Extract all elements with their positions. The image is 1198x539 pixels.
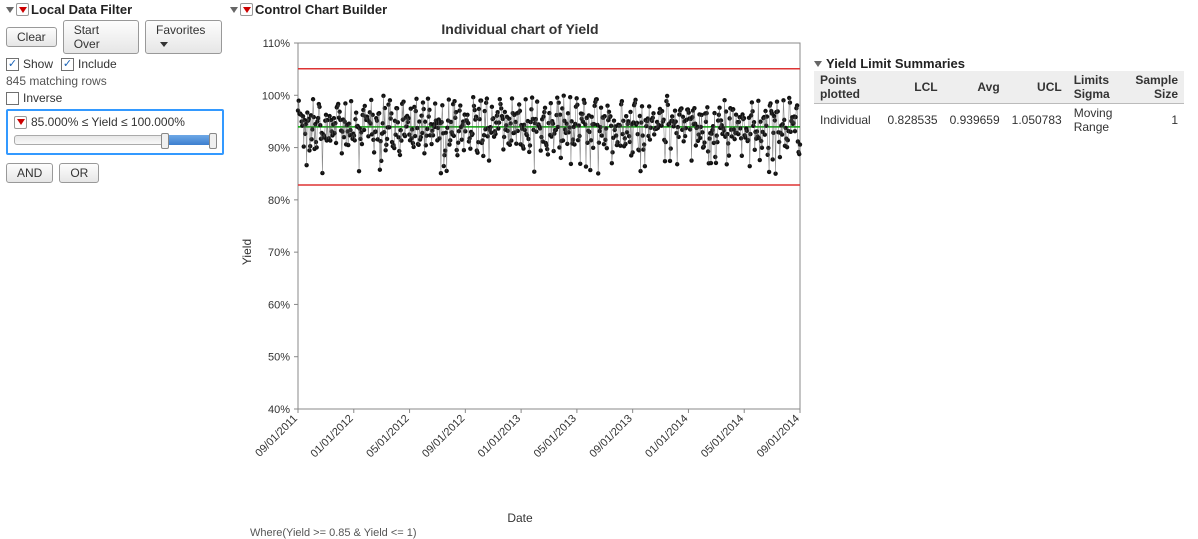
- favorites-dropdown[interactable]: Favorites: [145, 20, 222, 54]
- summaries-title: Yield Limit Summaries: [826, 56, 965, 71]
- filter-title: Local Data Filter: [31, 2, 132, 17]
- clause-menu-icon[interactable]: [14, 116, 27, 129]
- svg-text:09/01/2013: 09/01/2013: [587, 413, 634, 460]
- panel-menu-icon[interactable]: [240, 3, 253, 16]
- svg-text:100%: 100%: [262, 90, 290, 102]
- disclosure-icon[interactable]: [814, 61, 822, 67]
- builder-title: Control Chart Builder: [255, 2, 387, 17]
- slider-handle-low[interactable]: [161, 133, 169, 149]
- and-button[interactable]: AND: [6, 163, 53, 183]
- col-limits: Limits Sigma: [1068, 71, 1125, 104]
- include-checkbox[interactable]: [61, 58, 74, 71]
- svg-text:09/01/2014: 09/01/2014: [755, 413, 802, 460]
- filter-range-text: 85.000% ≤ Yield ≤ 100.000%: [31, 115, 185, 129]
- svg-text:110%: 110%: [263, 38, 291, 50]
- filter-clause[interactable]: 85.000% ≤ Yield ≤ 100.000%: [6, 109, 224, 155]
- chart-title: Individual chart of Yield: [230, 21, 810, 37]
- inverse-label: Inverse: [23, 91, 62, 105]
- show-checkbox[interactable]: [6, 58, 19, 71]
- svg-text:40%: 40%: [268, 404, 290, 416]
- summaries-table: Points plotted LCL Avg UCL Limits Sigma …: [814, 71, 1184, 136]
- panel-menu-icon[interactable]: [16, 3, 29, 16]
- inverse-checkbox[interactable]: [6, 92, 19, 105]
- svg-text:05/01/2014: 05/01/2014: [699, 413, 746, 460]
- control-chart[interactable]: 40%50%60%70%80%90%100%110%09/01/201101/0…: [250, 37, 810, 467]
- col-ucl: UCL: [1006, 71, 1068, 104]
- start-over-button[interactable]: Start Over: [63, 20, 139, 54]
- where-clause: Where(Yield >= 0.85 & Yield <= 1): [250, 527, 810, 539]
- matching-rows: 845 matching rows: [6, 74, 224, 88]
- col-n: Sample Size: [1125, 71, 1184, 104]
- col-points: Points plotted: [814, 71, 882, 104]
- col-lcl: LCL: [882, 71, 944, 104]
- svg-text:09/01/2012: 09/01/2012: [420, 413, 467, 460]
- range-slider[interactable]: [14, 135, 216, 145]
- slider-handle-high[interactable]: [209, 133, 217, 149]
- include-label: Include: [78, 57, 117, 71]
- svg-text:01/01/2014: 01/01/2014: [643, 413, 690, 460]
- svg-text:90%: 90%: [268, 143, 290, 155]
- col-avg: Avg: [944, 71, 1006, 104]
- svg-text:80%: 80%: [268, 195, 290, 207]
- svg-text:50%: 50%: [268, 352, 290, 364]
- show-label: Show: [23, 57, 53, 71]
- or-button[interactable]: OR: [59, 163, 99, 183]
- chevron-down-icon: [160, 42, 168, 47]
- svg-text:01/01/2013: 01/01/2013: [476, 413, 523, 460]
- svg-text:05/01/2012: 05/01/2012: [364, 413, 411, 460]
- svg-text:60%: 60%: [268, 299, 290, 311]
- svg-text:05/01/2013: 05/01/2013: [532, 413, 579, 460]
- svg-text:01/01/2012: 01/01/2012: [308, 413, 355, 460]
- disclosure-icon[interactable]: [230, 7, 238, 13]
- table-row: Individual 0.828535 0.939659 1.050783 Mo…: [814, 104, 1184, 137]
- x-axis-label: Date: [230, 511, 810, 525]
- disclosure-icon[interactable]: [6, 7, 14, 13]
- clear-button[interactable]: Clear: [6, 27, 57, 47]
- svg-text:09/01/2011: 09/01/2011: [253, 413, 300, 460]
- svg-text:70%: 70%: [268, 247, 290, 259]
- y-axis-label: Yield: [240, 239, 254, 265]
